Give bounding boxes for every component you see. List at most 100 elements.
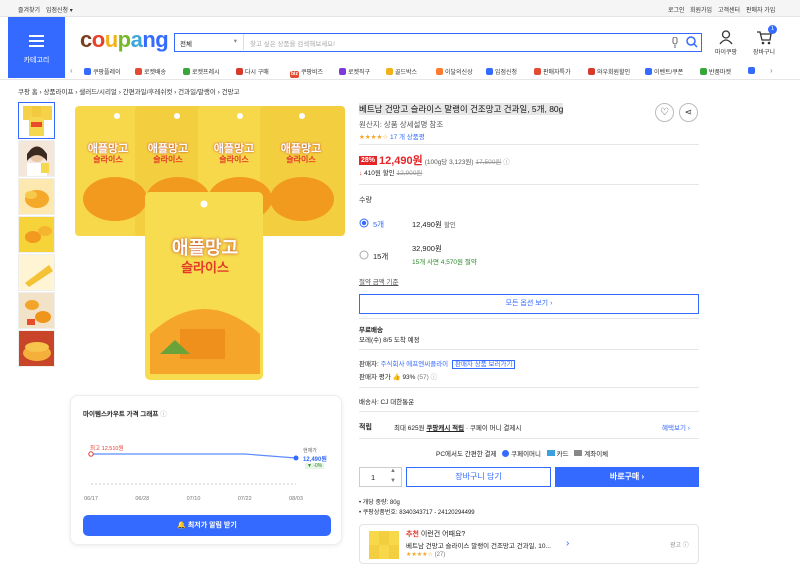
nav-item[interactable]: 로켓직구 (339, 67, 370, 76)
spec-product-number: • 쿠팡상품번호: 8340343717 - 24120294499 (359, 510, 475, 516)
x-tick-label: 07/22 (238, 496, 252, 502)
nav-item[interactable]: 입점신청 (486, 67, 517, 76)
free-shipping: 무료배송 (359, 327, 383, 334)
price-alert-button[interactable]: 🔔 최저가 알림 받기 (83, 515, 331, 536)
original-price: 17,500원 (475, 159, 502, 166)
nav-item[interactable]: 골드박스 (386, 67, 417, 76)
add-to-cart-button[interactable]: 장바구니 담기 (406, 467, 551, 487)
search-category-select[interactable]: 전체 ▾ (175, 34, 244, 50)
nav-next-icon[interactable]: › (770, 66, 773, 75)
product-title: 베트남 건망고 슬라이스 말랭이 건조망고 건과일, 5개, 80g (359, 103, 564, 115)
nav-item[interactable]: 이달의신상 (436, 67, 473, 76)
qty-up-icon[interactable]: ▲ (390, 468, 396, 474)
option-save-note: 15개 사면 4,570원 절약 (412, 259, 477, 266)
discount-orig-price: 12,900원 (396, 170, 423, 177)
divider (359, 144, 699, 145)
share-icon: ⋖ (684, 107, 693, 117)
buy-now-button[interactable]: 바로구매 › (555, 467, 699, 487)
thumbnail[interactable] (18, 178, 55, 215)
rec-next-icon[interactable]: › (566, 538, 569, 549)
thumbnail[interactable] (18, 216, 55, 253)
mycoupang-button[interactable]: 마이쿠팡 (713, 30, 739, 56)
category-button[interactable]: 카테고리 (8, 17, 65, 78)
seller-rating-row: 판매자 평가 👍 93% (57) ⓘ (359, 374, 438, 381)
main-product-image[interactable]: 애플망고 슬라이스 애플망고 슬라이스 애플망고 슬라이스 애플망고 슬라이스 … (70, 104, 352, 382)
recommendation-image (369, 531, 399, 559)
rating-row[interactable]: ★★★★☆ 17 개 상품평 (359, 131, 425, 141)
crumb-item[interactable]: 쿠팡 홈 (18, 89, 38, 96)
mic-icon[interactable] (671, 37, 679, 48)
seller-products-button[interactable]: 판매자 상품 보러가기 (451, 360, 516, 369)
wishlist-button[interactable]: ♡ (655, 103, 674, 122)
nav-prev-icon[interactable]: ‹ (70, 66, 73, 75)
option-radio[interactable] (359, 250, 371, 262)
package-subtext: 슬라이스 (181, 260, 229, 275)
divider (359, 318, 699, 319)
nav-item[interactable]: 이벤트/쿠폰 (645, 67, 683, 76)
crumb-item[interactable]: 건망고 (222, 89, 240, 96)
max-price-label: 최고 12,510원 (90, 446, 124, 452)
search-input[interactable]: 찾고 싶은 상품을 검색해보세요! (250, 38, 335, 48)
thumbnail[interactable] (18, 140, 55, 177)
mango-thumbnail-image (25, 300, 51, 325)
thumbnail[interactable] (18, 254, 55, 291)
x-tick-label: 07/10 (187, 496, 201, 502)
info-icon[interactable]: ⓘ (431, 374, 438, 381)
cs-link[interactable]: 고객센터 (718, 5, 740, 14)
rec-rating: ★★★★☆ (27) (406, 552, 446, 558)
divider (359, 184, 699, 185)
thumbnail[interactable] (18, 330, 55, 367)
recommendation-card[interactable]: 추천 이런건 어때요? 베트남 건망고 슬라이스 말랭이 건조망고 건과일, 1… (359, 524, 699, 564)
benefits-link[interactable]: 혜택보기 › (662, 422, 690, 432)
bookmark-link[interactable]: 즐겨찾기 (18, 5, 40, 14)
all-options-button[interactable]: 모든 옵션 보기 › (359, 294, 699, 314)
nav-item[interactable]: 쿠팡플레이 (84, 67, 121, 76)
crumb-item[interactable]: 상품라이프 (44, 89, 74, 96)
max-price-point (88, 451, 94, 457)
quantity-stepper[interactable]: 1 ▲ ▼ (359, 467, 402, 487)
nav-item[interactable]: biz 쿠팡비즈 (290, 67, 323, 78)
nav-divider (0, 79, 800, 80)
divider (359, 411, 699, 412)
search-icon[interactable] (686, 36, 698, 48)
divider (359, 387, 699, 388)
price-series-line (91, 453, 297, 459)
delivery-date: 모레(수) 8/5 도착 예정 (359, 337, 420, 344)
crumb-item[interactable]: 건과일/말랭이 (178, 89, 216, 96)
divider (359, 349, 699, 350)
nav-item[interactable]: 로켓프레시 (183, 67, 220, 76)
nav-item[interactable]: 다시 구매 (236, 67, 269, 76)
instant-discount-row: ↓ 410원 할인 12,900원 (359, 170, 423, 177)
crumb-item[interactable]: 간편과일/후레쉬컷 (123, 89, 173, 96)
category-label: 카테고리 (23, 57, 50, 64)
signup-link[interactable]: 회원가입 (690, 5, 712, 14)
current-price-point (293, 455, 299, 461)
seller-signup-link[interactable]: 판매자 가입 (746, 5, 775, 14)
cart-button[interactable]: 장바구니 1 (750, 25, 778, 56)
nav-item[interactable]: 반품마켓 (700, 67, 731, 76)
option-radio-selected[interactable] (359, 218, 371, 230)
cash-earn-link[interactable]: 쿠팡캐시 적립 (426, 425, 464, 432)
rating-stars: ★★★★☆ (359, 134, 389, 141)
quantity-value[interactable]: 1 (371, 473, 375, 482)
login-link[interactable]: 로그인 (668, 5, 685, 14)
nav-item[interactable] (748, 67, 757, 75)
current-price-caption: 현재가 (303, 448, 317, 454)
nav-item[interactable]: 판매자특가 (534, 67, 571, 76)
thumbnail[interactable] (18, 292, 55, 329)
seller-name-link[interactable]: 주식회사 에프엔씨플라이 (381, 361, 449, 368)
seller-row: 판매자: 주식회사 에프엔씨플라이 판매자 상품 보러가기 (359, 358, 516, 369)
nav-item[interactable]: 와우회원할인 (588, 67, 630, 76)
info-icon[interactable]: ⓘ (503, 159, 510, 166)
model-thumbnail-image (27, 146, 49, 176)
partner-link[interactable]: 입점신청 ▾ (46, 5, 73, 14)
discount-criteria-link[interactable]: 절약 금액 기준 (359, 276, 399, 286)
crumb-item[interactable]: 샐러드/시리얼 (79, 89, 117, 96)
origin-text: 원산지: 상품 상세설명 참조 (359, 120, 444, 129)
qty-down-icon[interactable]: ▼ (390, 478, 396, 484)
nav-item[interactable]: 로켓배송 (135, 67, 166, 76)
coupang-logo[interactable]: coupang (80, 27, 169, 53)
thumbnail[interactable] (18, 102, 55, 139)
unit-price: (100g당 3,123원) (424, 159, 474, 166)
share-button[interactable]: ⋖ (679, 103, 698, 122)
